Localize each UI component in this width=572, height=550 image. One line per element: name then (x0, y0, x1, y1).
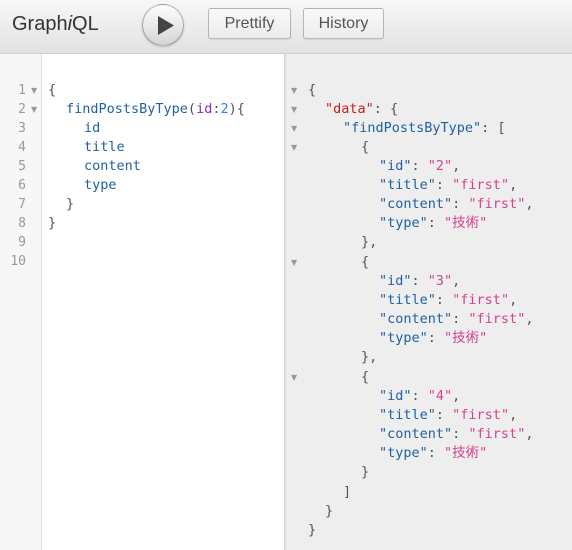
result-line: "id": "4", (379, 388, 461, 404)
history-button[interactable]: History (303, 8, 384, 39)
prettify-button[interactable]: Prettify (208, 8, 291, 39)
line-number: 8 (18, 216, 26, 231)
result-line: "content": "first", (379, 426, 534, 442)
result-line: { (361, 139, 370, 155)
result-line: "type": "技術" (379, 215, 488, 231)
line-number: 6 (18, 178, 26, 193)
result-line: { (361, 369, 370, 385)
result-line: "content": "first", (379, 311, 534, 327)
code-line: type (84, 177, 117, 193)
result-line: "type": "技術" (379, 330, 488, 346)
result-line: ] (343, 484, 352, 500)
execute-query-button[interactable] (142, 4, 184, 46)
line-number: 1 (18, 83, 26, 98)
code-line: id (84, 120, 101, 136)
line-number: 7 (18, 197, 26, 212)
result-line: "id": "3", (379, 273, 461, 289)
result-line: } (308, 522, 317, 538)
result-line: "title": "first", (379, 292, 518, 308)
result-line: "title": "first", (379, 407, 518, 423)
line-number: 3 (18, 121, 26, 136)
line-number-gutter: 1 ▼ 2 ▼ 3 4 5 6 7 8 9 10 (0, 54, 42, 550)
query-editor[interactable]: 1 ▼ 2 ▼ 3 4 5 6 7 8 9 10 { findPostsByTy… (0, 54, 284, 550)
code-line: findPostsByType(id:2){ (66, 101, 245, 117)
line-number: 9 (18, 235, 26, 250)
fold-arrow-icon[interactable]: ▼ (291, 119, 297, 138)
toolbar: GraphiQL Prettify History (0, 0, 572, 54)
result-line: "content": "first", (379, 196, 534, 212)
code-line: title (84, 139, 125, 155)
fold-arrow-icon[interactable]: ▼ (291, 253, 297, 272)
result-line: } (361, 464, 370, 480)
code-line: } (48, 215, 57, 231)
result-line: }, (361, 234, 378, 250)
result-line: { (361, 254, 370, 270)
result-line: }, (361, 349, 378, 365)
graphiql-logo: GraphiQL (12, 13, 99, 35)
result-viewer: ▼ ▼ ▼ ▼ ▼ ▼ { "data": { "findPostsByType… (285, 54, 572, 550)
result-line: } (325, 503, 334, 519)
fold-arrow-icon[interactable]: ▼ (291, 100, 297, 119)
code-line: { (48, 82, 57, 98)
line-number: 4 (18, 140, 26, 155)
code-line: content (84, 158, 141, 174)
result-line: "type": "技術" (379, 445, 488, 461)
result-line: "title": "first", (379, 177, 518, 193)
fold-arrow-icon[interactable]: ▼ (291, 138, 297, 157)
play-icon (158, 16, 174, 35)
fold-arrow-icon[interactable]: ▼ (291, 368, 297, 387)
line-number: 5 (18, 159, 26, 174)
result-line: "findPostsByType": [ (343, 120, 506, 136)
result-line: "id": "2", (379, 158, 461, 174)
line-number: 10 (10, 254, 26, 269)
line-number: 2 (18, 102, 26, 117)
fold-arrow-icon[interactable]: ▼ (31, 100, 37, 119)
result-line: "data": { (325, 101, 399, 117)
fold-arrow-icon[interactable]: ▼ (291, 81, 297, 100)
fold-arrow-icon[interactable]: ▼ (31, 81, 37, 100)
result-line: { (308, 82, 317, 98)
code-line: } (66, 196, 75, 212)
